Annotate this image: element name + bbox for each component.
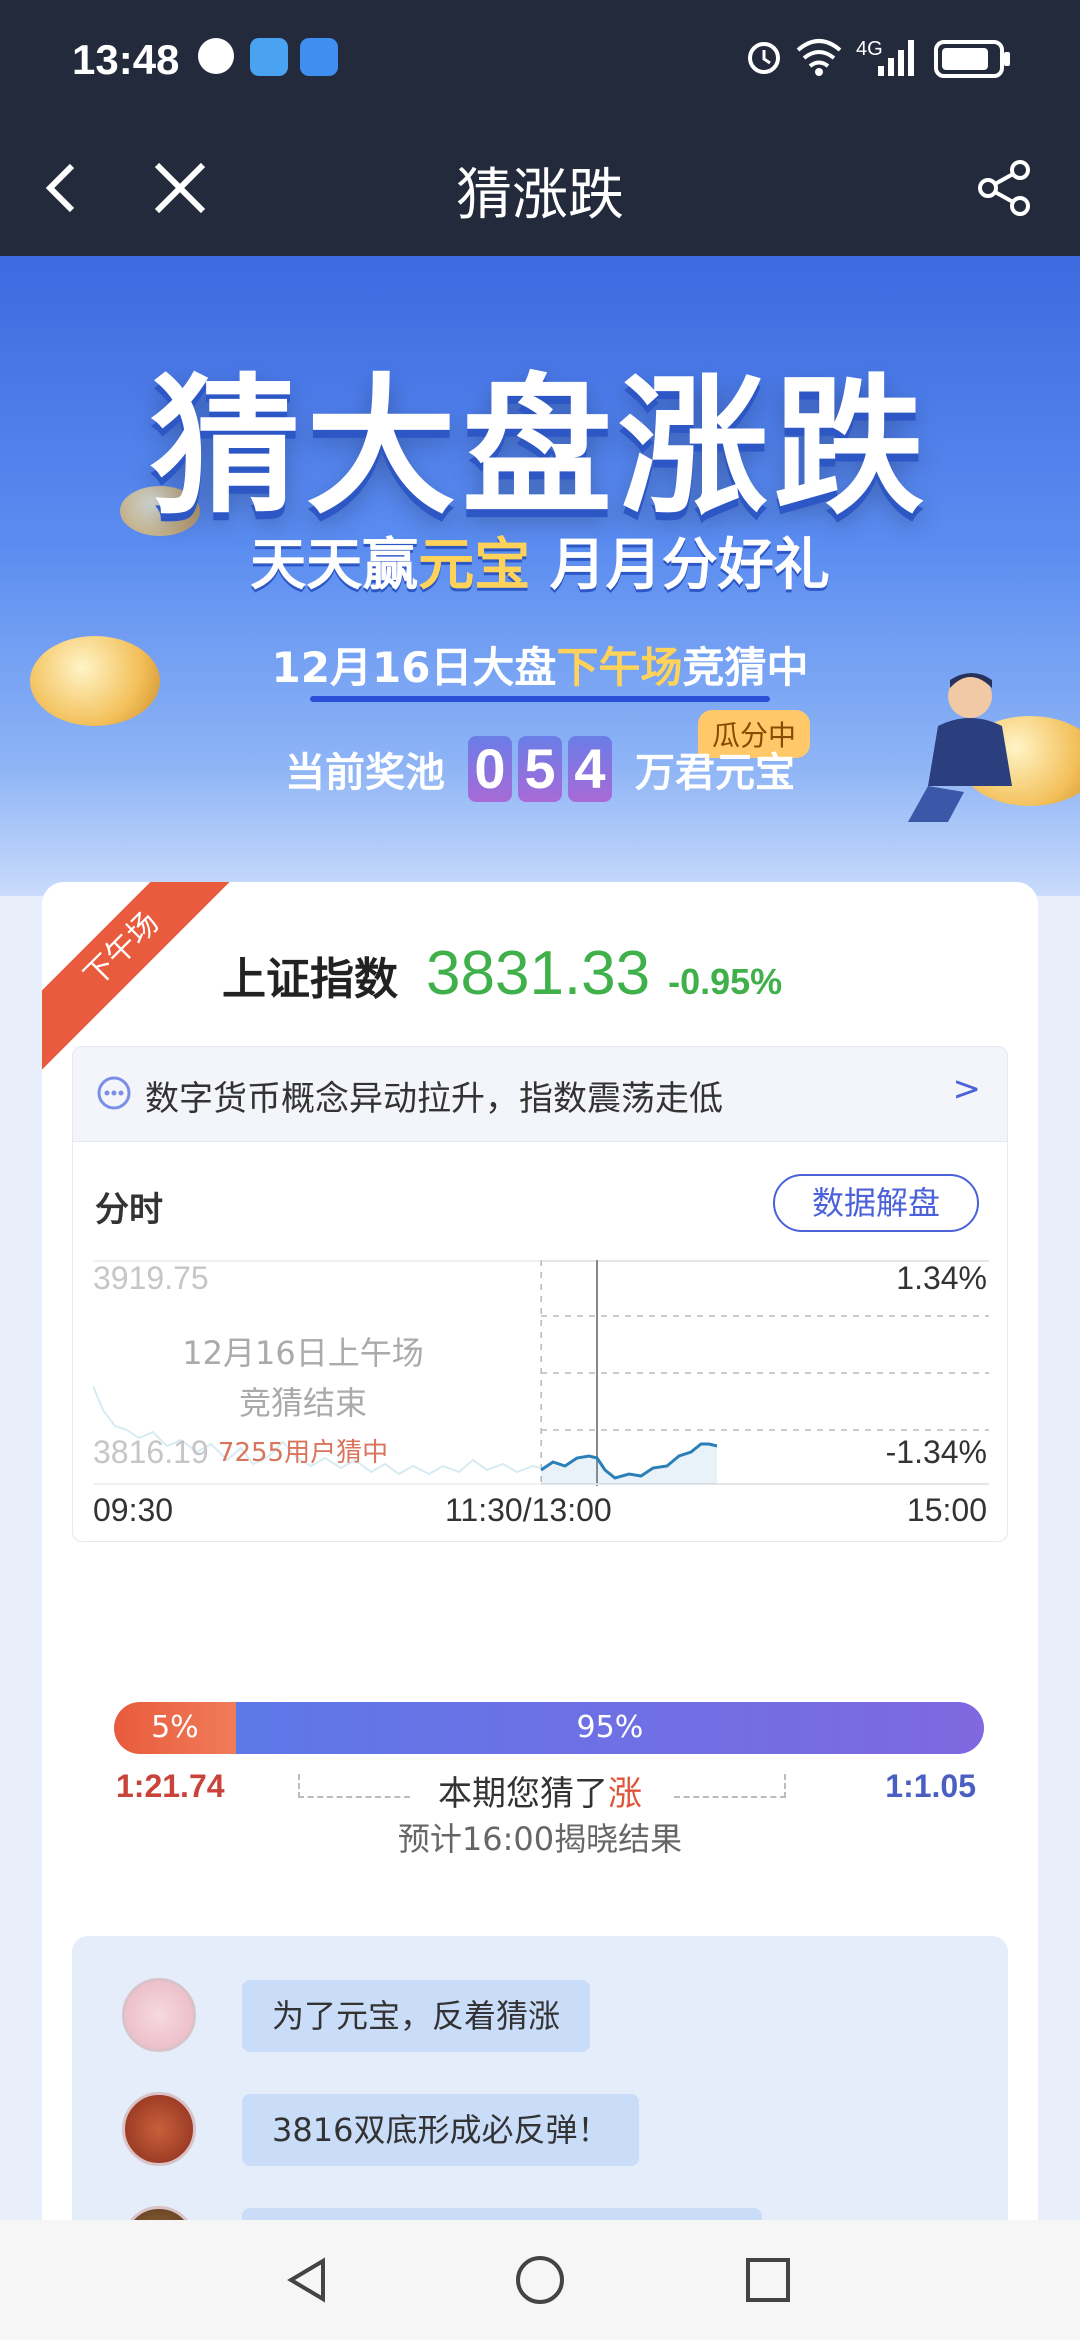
index-summary: 上证指数 3831.33 -0.95% <box>222 938 782 1009</box>
session-highlight: 下午场 <box>556 643 683 692</box>
session-underline <box>310 696 770 702</box>
subtitle-part2: 月月分好礼 <box>530 533 830 598</box>
session-status: 12月16日大盘下午场竞猜中 <box>0 634 1080 702</box>
session-suffix: 竞猜中 <box>682 643 809 692</box>
data-analysis-button[interactable]: 数据解盘 <box>773 1174 979 1232</box>
pool-digit: 5 <box>518 736 562 802</box>
user-guess: 本期您猜了涨 <box>42 1766 1038 1815</box>
subtitle-part1: 天天赢 <box>250 533 419 598</box>
system-nav-bar <box>0 2220 1080 2340</box>
x-axis-mid: 11:30/13:00 <box>445 1492 612 1528</box>
pool-digit: 0 <box>468 736 512 802</box>
intraday-chart-panel: 分时 数据解盘 3919.75 3816.19 1.34% -1.34% 09:… <box>72 1142 1008 1542</box>
app-notification-icon <box>198 38 234 74</box>
triangle-back-icon <box>287 2257 325 2303</box>
page-title: 猜涨跌 <box>456 163 624 228</box>
status-time: 13:48 <box>72 36 180 83</box>
reveal-time: 预计16:00揭晓结果 <box>397 1820 683 1858</box>
cloud-notification-icon <box>300 38 338 76</box>
wifi-icon <box>796 39 842 76</box>
comment-bubble: 3816双底形成必反弹！ <box>242 2094 640 2166</box>
banner-title: 猜大盘涨跌 <box>149 361 930 535</box>
vote-down-segment: 5% <box>114 1702 236 1754</box>
guess-choice: 涨 <box>608 1774 642 1814</box>
morning-winners-label: 7255用户猜中 <box>217 1438 389 1468</box>
avatar[interactable] <box>122 1978 196 2052</box>
morning-ended-label: 竞猜结束 <box>238 1384 367 1422</box>
status-bar: 13:48 4G <box>0 0 1080 120</box>
banner-subtitle: 天天赢元宝 月月分好礼 <box>0 520 1080 601</box>
news-arrow-icon: > <box>952 1069 982 1109</box>
nav-recents-button[interactable] <box>738 2250 798 2310</box>
index-change: -0.95% <box>668 961 783 1002</box>
pool-unit: 万君元宝 <box>635 750 795 796</box>
chart-tab-fenshi[interactable]: 分时 <box>95 1182 163 1231</box>
share-button[interactable] <box>966 150 1042 226</box>
pct-axis-low: -1.34% <box>885 1434 987 1470</box>
browser-notification-icon <box>250 38 288 76</box>
comment-bubble: 为了元宝，反着猜涨 <box>242 1980 591 2052</box>
morning-session-label: 12月16日上午场 <box>182 1334 424 1372</box>
hero-banner: 猜大盘涨跌 天天赢元宝 月月分好礼 12月16日大盘下午场竞猜中 瓜分中 当前奖… <box>0 256 1080 896</box>
vote-up-segment: 95% <box>235 1702 984 1754</box>
pool-digit: 4 <box>568 736 612 802</box>
chat-bubble-icon <box>97 1076 131 1110</box>
signal-icon <box>878 40 914 76</box>
news-banner[interactable]: 数字货币概念异动拉升，指数震荡走低 > <box>72 1046 1008 1142</box>
circle-home-icon <box>516 2256 564 2304</box>
nav-back-button[interactable] <box>278 2250 338 2310</box>
x-axis-start: 09:30 <box>93 1492 174 1528</box>
y-axis-high: 3919.75 <box>93 1260 209 1296</box>
square-recents-icon <box>746 2258 790 2302</box>
index-name: 上证指数 <box>222 954 398 1005</box>
news-text: 数字货币概念异动拉升，指数震荡走低 <box>145 1079 723 1119</box>
alarm-icon <box>748 42 780 74</box>
prize-pool: 当前奖池 0 5 4 万君元宝 <box>0 736 1080 802</box>
share-icon <box>978 160 1030 216</box>
pct-axis-high: 1.34% <box>896 1260 987 1296</box>
avatar[interactable] <box>122 2092 196 2166</box>
x-axis-end: 15:00 <box>906 1492 987 1528</box>
battery-icon <box>934 40 1010 78</box>
session-prefix: 12月16日大盘 <box>271 643 557 692</box>
index-value: 3831.33 <box>426 939 651 1008</box>
morning-result-overlay: 12月16日上午场 竞猜结束 7255用户猜中 <box>153 1328 453 1469</box>
guess-prefix: 本期您猜了 <box>438 1774 608 1814</box>
vote-ratio-bar: 5% 95% <box>114 1702 984 1754</box>
pool-label: 当前奖池 <box>285 750 445 796</box>
title-bar: 猜涨跌 <box>0 120 1080 256</box>
subtitle-highlight: 元宝 <box>418 533 531 598</box>
guess-card: 下午场 上证指数 3831.33 -0.95% 数字货币概念异动拉升，指数震荡走… <box>42 882 1038 2282</box>
nav-home-button[interactable] <box>510 2250 570 2310</box>
